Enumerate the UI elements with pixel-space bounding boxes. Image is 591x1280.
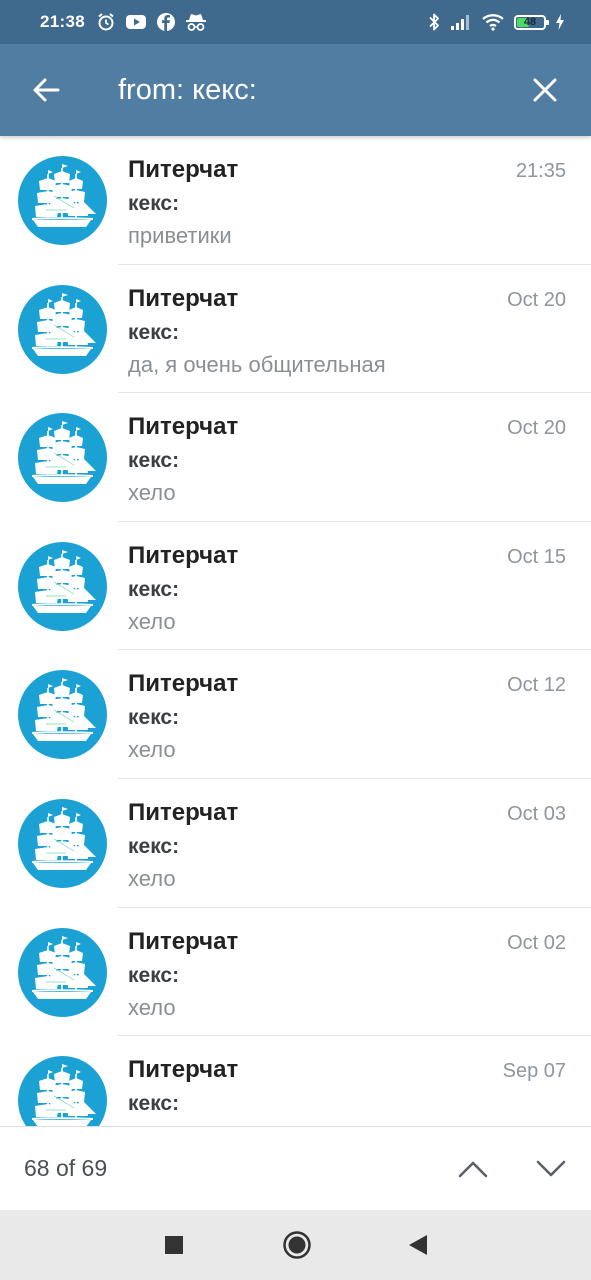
- results-count: 68 of 69: [24, 1155, 108, 1181]
- message-date: Oct 20: [507, 288, 566, 311]
- message-preview: хело: [128, 480, 176, 506]
- chat-avatar: [18, 413, 107, 503]
- home-button[interactable]: [275, 1223, 319, 1267]
- sender-name: кекс:: [128, 320, 180, 344]
- home-circle-icon: [283, 1231, 311, 1259]
- chat-avatar: [18, 541, 107, 631]
- chat-name: Питерчат: [128, 670, 239, 698]
- clear-search-button[interactable]: [517, 62, 573, 118]
- message-preview: да, я очень общительная: [128, 351, 386, 377]
- chat-avatar: [18, 927, 107, 1017]
- youtube-icon: [125, 13, 147, 31]
- sender-name: кекс:: [128, 706, 180, 730]
- back-button[interactable]: [18, 62, 74, 118]
- sailing-ship-icon: [31, 935, 96, 999]
- message-preview: хело: [128, 865, 176, 891]
- arrow-left-icon: [33, 78, 60, 102]
- search-result-item[interactable]: Питерчат Sep 07 кекс:: [0, 1036, 591, 1126]
- wifi-icon: [481, 13, 505, 31]
- status-bar-left: 21:38: [40, 12, 207, 32]
- message-preview: приветики: [128, 223, 232, 248]
- sender-name: кекс:: [128, 449, 180, 473]
- sailing-ship-icon: [31, 549, 96, 613]
- search-results-bar: 68 of 69: [0, 1126, 591, 1210]
- close-icon: [533, 78, 557, 102]
- sender-name: кекс:: [128, 192, 180, 215]
- sender-name: кекс:: [128, 963, 180, 987]
- chat-name: Питерчат: [128, 156, 239, 183]
- sailing-ship-icon: [31, 292, 96, 356]
- chat-name: Питерчат: [128, 541, 239, 569]
- chevron-down-icon: [536, 1160, 566, 1177]
- chat-avatar: [18, 670, 107, 760]
- message-date: Oct 20: [507, 417, 566, 440]
- sailing-ship-icon: [31, 806, 96, 870]
- message-date: Sep 07: [502, 1060, 566, 1083]
- search-result-item[interactable]: Питерчат Oct 12 кекс: хело: [0, 650, 591, 779]
- back-triangle-icon: [409, 1235, 427, 1255]
- chat-name: Питерчат: [128, 927, 239, 955]
- chat-avatar: [18, 284, 107, 374]
- battery-icon: 48: [514, 14, 549, 30]
- status-time: 21:38: [40, 12, 85, 31]
- search-result-item[interactable]: Питерчат Oct 20 кекс: да, я очень общительн…: [0, 265, 591, 394]
- system-back-button[interactable]: [396, 1223, 440, 1267]
- message-preview: хело: [128, 608, 176, 634]
- chat-name: Питерчат: [128, 284, 239, 312]
- sender-name: кекс:: [128, 1092, 180, 1116]
- search-result-item[interactable]: Питерчат Oct 03 кекс: хело: [0, 779, 591, 908]
- bluetooth-icon: [427, 12, 441, 32]
- search-result-item[interactable]: Питерчат Oct 20 кекс: хело: [0, 393, 591, 522]
- chevron-up-icon: [458, 1161, 488, 1178]
- system-navigation-bar: [0, 1210, 591, 1280]
- message-preview: хело: [128, 994, 176, 1020]
- message-preview: хело: [128, 737, 176, 763]
- status-bar-right: 48: [427, 12, 565, 32]
- message-date: Oct 12: [507, 674, 566, 697]
- chat-avatar: [18, 156, 107, 245]
- search-result-item[interactable]: Питерчат Oct 02 кекс: хело: [0, 908, 591, 1037]
- alarm-icon: [96, 12, 116, 32]
- chat-name: Питерчат: [128, 1056, 239, 1084]
- chat-name: Питерчат: [128, 798, 239, 826]
- sailing-ship-icon: [31, 421, 96, 485]
- chat-name: Питерчат: [128, 413, 239, 441]
- incognito-icon: [185, 12, 207, 32]
- sailing-ship-icon: [31, 678, 96, 742]
- chat-avatar: [18, 1056, 107, 1126]
- search-toolbar: [0, 44, 591, 136]
- signal-icon: [450, 13, 472, 31]
- message-date: 21:35: [515, 160, 566, 182]
- previous-result-button[interactable]: [445, 1141, 501, 1197]
- message-date: Oct 15: [507, 545, 566, 568]
- sender-name: кекс:: [128, 577, 180, 601]
- recents-square-icon: [165, 1236, 183, 1254]
- next-result-button[interactable]: [523, 1141, 579, 1197]
- chat-avatar: [18, 798, 107, 888]
- app-window: 21:38 48 from: кекс: Питерчат 21:35 кекс…: [0, 0, 591, 1280]
- status-bar: 21:38 48: [0, 0, 591, 44]
- battery-level: 48: [523, 16, 537, 28]
- search-result-item[interactable]: Питерчат Oct 15 кекс: хело: [0, 522, 591, 651]
- sailing-ship-icon: [31, 164, 96, 227]
- message-date: Oct 02: [507, 931, 566, 954]
- sender-name: кекс:: [128, 834, 180, 858]
- recents-button[interactable]: [152, 1223, 196, 1267]
- search-result-item[interactable]: Питерчат 21:35 кекс: приветики: [0, 136, 591, 265]
- search-input[interactable]: [118, 66, 508, 114]
- results-rows: Питерчат 21:35 кекс: приветики Питерчат Oct …: [0, 136, 591, 1126]
- search-results-list: Питерчат 21:35 кекс: приветики Питерчат Oct …: [0, 136, 591, 1126]
- facebook-icon: [156, 12, 176, 32]
- charging-icon: [555, 14, 565, 30]
- message-date: Oct 03: [507, 802, 566, 825]
- sailing-ship-icon: [31, 1064, 96, 1126]
